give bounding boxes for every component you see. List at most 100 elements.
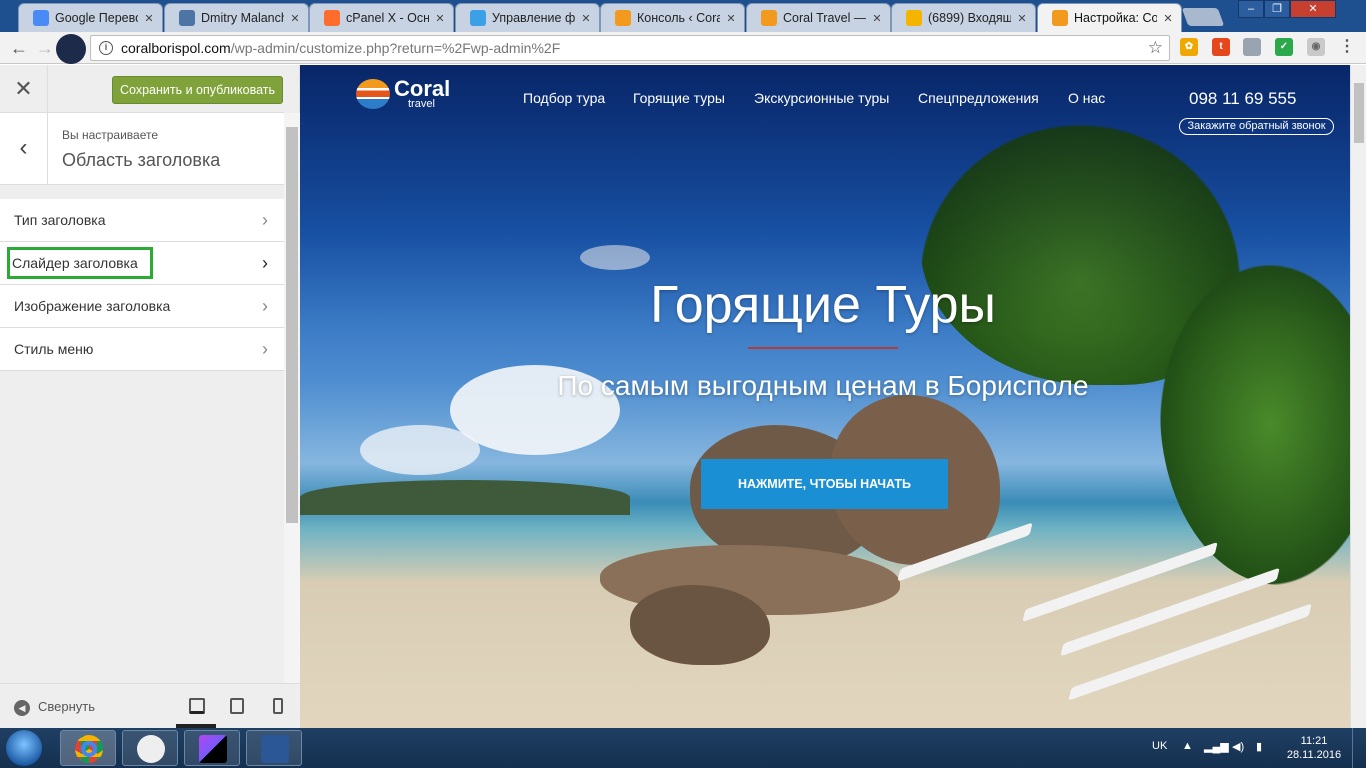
tab-title: Coral Travel — [783,11,866,25]
extension-image-icon[interactable] [1243,38,1261,56]
customizer-sidebar: ✕ Сохранить и опубликовать ‹ Вы настраив… [0,65,300,728]
nav-link-hot-tours[interactable]: Горящие туры [633,90,725,106]
nav-link-excursions[interactable]: Экскурсионные туры [754,90,889,106]
collapse-icon: ◀ [14,699,30,716]
tab-close-icon[interactable]: ✕ [1161,12,1175,25]
coral-logo[interactable]: Coral travel [356,76,451,110]
chrome-icon [75,735,103,763]
forward-arrow-icon[interactable]: → [34,37,56,59]
browser-tab[interactable]: Настройка: Cor ✕ [1037,3,1182,32]
show-desktop-button[interactable] [1352,728,1366,768]
extension-shield-icon[interactable]: ✓ [1275,38,1293,56]
browser-tab[interactable]: (6899) Входящ ✕ [891,3,1036,32]
power-icon[interactable]: ▮ [1256,740,1262,753]
extension-t-icon[interactable]: t [1212,38,1230,56]
collapse-button[interactable]: ◀ Свернуть [14,699,95,716]
close-window-button[interactable]: ✕ [1290,0,1336,18]
back-button[interactable]: ‹ [0,113,48,185]
customizer-item-label: Стиль меню [14,341,94,357]
network-icon[interactable]: ▂▄▆ [1204,740,1229,753]
taskbar-chrome[interactable] [60,730,116,766]
nav-link-about[interactable]: О нас [1068,90,1105,106]
tab-close-icon[interactable]: ✕ [433,12,447,25]
taskbar-word[interactable] [246,730,302,766]
tab-title: Google Перево [55,11,138,25]
callback-button[interactable]: Закажите обратный звонок [1179,118,1334,135]
logo-text: Coral [394,76,451,101]
preview-scrollbar-thumb[interactable] [1354,83,1364,143]
browser-tab[interactable]: Dmitry Malanch ✕ [164,3,309,32]
browser-tab[interactable]: Google Перево ✕ [18,3,163,32]
tab-close-icon[interactable]: ✕ [142,12,156,25]
tab-close-icon[interactable]: ✕ [579,12,593,25]
profile-avatar[interactable] [56,34,86,64]
browser-tab[interactable]: Консоль ‹ Coral ✕ [600,3,745,32]
section-title: Область заголовка [62,150,221,170]
customizer-item[interactable]: Стиль меню › [0,328,284,371]
nav-link-special-offers[interactable]: Спецпредложения [918,90,1039,106]
browser-tab[interactable]: Coral Travel — ✕ [746,3,891,32]
site-preview: Coral travel Подбор тура Горящие туры Эк… [300,65,1350,728]
phpstorm-icon [199,735,227,763]
chevron-right-icon: › [262,296,268,316]
phone-number[interactable]: 098 11 69 555 [1189,89,1296,109]
customizer-item[interactable]: Слайдер заголовка › [0,242,284,285]
sidebar-scrollbar[interactable] [284,113,300,683]
hero-cta-button[interactable]: НАЖМИТЕ, ЧТОБЫ НАЧАТЬ [701,459,948,509]
chevron-right-icon: › [262,339,268,359]
extension-eye-icon[interactable]: ◉ [1307,38,1325,56]
word-icon [261,735,289,763]
browser-menu-icon[interactable]: ⋮ [1338,38,1356,56]
hero-subtitle: По самым выгодным ценам в Борисполе [557,370,1089,401]
address-bar[interactable]: i coralborispol.com/wp-admin/customize.p… [90,35,1170,61]
close-customizer-button[interactable]: ✕ [0,65,48,113]
hero-divider [748,347,898,349]
customizing-label: Вы настраиваете [62,128,159,142]
app-icon [137,735,165,763]
coral-icon [1052,10,1068,26]
tab-title: Настройка: Cor [1074,11,1157,25]
cpanel-icon [324,10,340,26]
tab-title: Консоль ‹ Coral [637,11,720,25]
volume-icon[interactable]: ◀) [1232,740,1244,753]
new-tab-button[interactable] [1181,8,1225,26]
customizer-item-label: Слайдер заголовка [7,247,153,279]
coral-icon [761,10,777,26]
customizer-footer: ◀ Свернуть [0,683,300,728]
google-translate-icon [33,10,49,26]
save-publish-button[interactable]: Сохранить и опубликовать [112,76,283,104]
tray-arrow-icon[interactable]: ▲ [1182,740,1193,752]
browser-tab[interactable]: cPanel X - Осно ✕ [309,3,454,32]
language-indicator[interactable]: UK [1152,740,1167,752]
tablet-preview-icon[interactable] [230,698,244,714]
nav-link-tour-search[interactable]: Подбор тура [523,90,605,106]
preview-scrollbar[interactable] [1350,65,1366,728]
scrollbar-thumb[interactable] [286,127,298,523]
back-arrow-icon[interactable]: ← [8,37,30,59]
tab-title: Управление фа [492,11,575,25]
extension-paw-icon[interactable]: ✿ [1180,38,1198,56]
taskbar-phpstorm[interactable] [184,730,240,766]
customizer-item[interactable]: Изображение заголовка › [0,285,284,328]
coral-logo-mark [356,79,390,109]
minimize-button[interactable]: ‒ [1238,0,1264,18]
tab-close-icon[interactable]: ✕ [724,12,738,25]
browser-tab-strip: Google Перево ✕ Dmitry Malanch ✕ cPanel X - … [0,0,1366,32]
section-header: ‹ Вы настраиваете Область заголовка [0,113,284,185]
coral-icon [615,10,631,26]
info-icon[interactable]: i [99,41,113,55]
system-clock[interactable]: 11:21 28.11.2016 [1286,734,1342,762]
maximize-button[interactable]: ❐ [1264,0,1290,18]
collapse-label: Свернуть [38,699,96,714]
start-button[interactable] [6,730,42,766]
tab-close-icon[interactable]: ✕ [288,12,302,25]
tab-title: Dmitry Malanch [201,11,284,25]
bookmark-star-icon[interactable]: ☆ [1148,36,1163,60]
tab-close-icon[interactable]: ✕ [1015,12,1029,25]
tab-close-icon[interactable]: ✕ [870,12,884,25]
customizer-item[interactable]: Тип заголовка › [0,199,284,242]
browser-tab[interactable]: Управление фа ✕ [455,3,600,32]
mobile-preview-icon[interactable] [273,698,283,714]
taskbar-app[interactable] [122,730,178,766]
desktop-preview-icon[interactable] [189,698,205,714]
